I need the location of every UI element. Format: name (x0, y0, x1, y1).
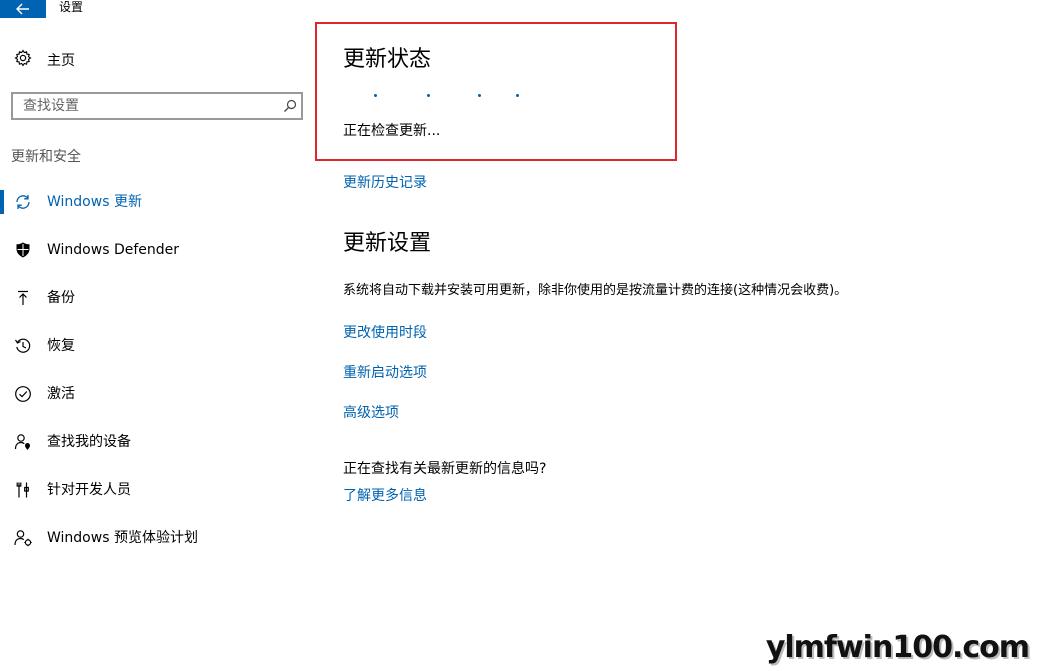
sidebar-item-label: Windows 更新 (47, 194, 142, 210)
advanced-options-link[interactable]: 高级选项 (343, 402, 399, 422)
sidebar-item-label: 激活 (47, 386, 75, 402)
sidebar-home-label: 主页 (47, 53, 75, 69)
back-arrow-icon (16, 0, 30, 19)
watermark: ylmfwin100.com (765, 630, 1030, 665)
update-settings-title: 更新设置 (343, 231, 432, 256)
change-active-hours-link[interactable]: 更改使用时段 (343, 322, 427, 342)
sidebar-item-recovery[interactable]: 恢复 (0, 334, 300, 358)
search-input[interactable] (23, 95, 281, 117)
progress-dot (516, 94, 519, 97)
highlight-frame (315, 22, 677, 161)
sidebar-item-label: 针对开发人员 (47, 482, 131, 498)
search-icon[interactable] (281, 99, 299, 113)
sidebar-item-find-my-device[interactable]: 查找我的设备 (0, 430, 300, 454)
insider-person-icon (14, 529, 32, 547)
upload-arrow-icon (14, 289, 32, 307)
tools-icon (14, 481, 32, 499)
back-button[interactable] (0, 0, 46, 18)
sidebar-item-label: Windows 预览体验计划 (47, 530, 198, 546)
search-box[interactable] (11, 92, 303, 120)
progress-dot (427, 94, 430, 97)
update-history-link[interactable]: 更新历史记录 (343, 172, 427, 192)
progress-dot (374, 94, 377, 97)
window-title: 设置 (59, 0, 84, 14)
sidebar-item-activation[interactable]: 激活 (0, 382, 300, 406)
restart-options-link[interactable]: 重新启动选项 (343, 362, 427, 382)
sidebar-item-label: 恢复 (47, 338, 75, 354)
info-question: 正在查找有关最新更新的信息吗? (343, 461, 547, 477)
sidebar-item-label: 备份 (47, 290, 75, 306)
progress-dot (478, 94, 481, 97)
person-location-icon (14, 433, 32, 451)
sidebar-item-windows-defender[interactable]: Windows Defender (0, 238, 300, 262)
sidebar-item-for-developers[interactable]: 针对开发人员 (0, 478, 300, 502)
gear-icon (14, 49, 32, 71)
sidebar-item-backup[interactable]: 备份 (0, 286, 300, 310)
shield-icon (14, 241, 32, 259)
sidebar-home[interactable]: 主页 (14, 49, 75, 71)
sidebar-item-label: 查找我的设备 (47, 434, 131, 450)
update-status-title: 更新状态 (343, 47, 432, 72)
update-status-text: 正在检查更新... (343, 123, 441, 139)
section-title: 更新和安全 (11, 149, 81, 165)
refresh-icon (14, 193, 32, 211)
history-icon (14, 337, 32, 355)
update-settings-description: 系统将自动下载并安装可用更新，除非你使用的是按流量计费的连接(这种情况会收费)。 (343, 283, 848, 298)
check-circle-icon (14, 385, 32, 403)
sidebar-item-windows-insider[interactable]: Windows 预览体验计划 (0, 526, 300, 550)
sidebar-item-label: Windows Defender (47, 242, 180, 258)
sidebar-item-windows-update[interactable]: Windows 更新 (0, 190, 300, 214)
learn-more-link[interactable]: 了解更多信息 (343, 485, 427, 505)
